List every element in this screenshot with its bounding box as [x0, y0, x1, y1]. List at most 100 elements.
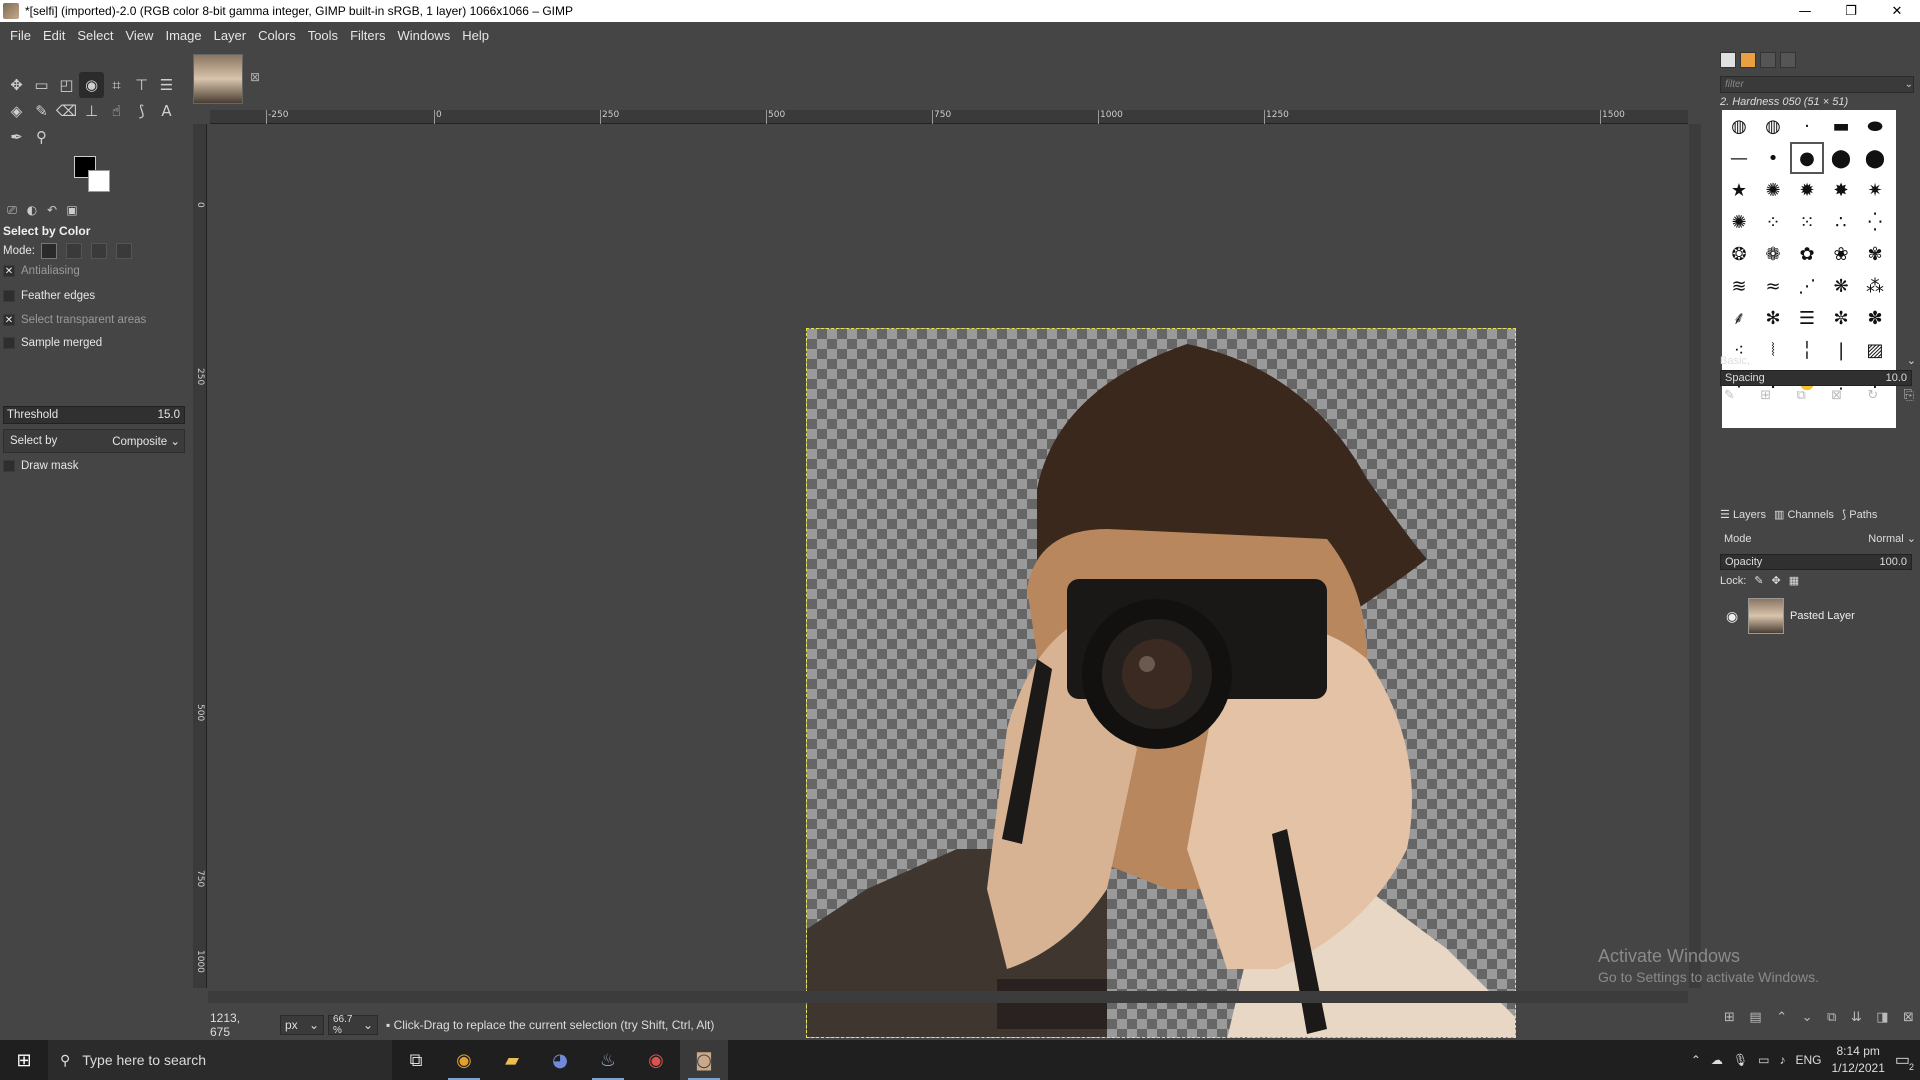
new-layer-icon[interactable]: ⊞ — [1724, 1010, 1735, 1025]
mode-replace-button[interactable] — [40, 243, 57, 259]
delete-layer-icon[interactable]: ⊠ — [1903, 1010, 1914, 1025]
brush-item[interactable]: ∴ — [1824, 206, 1858, 238]
maximize-button[interactable]: ❐ — [1828, 0, 1874, 22]
fg-bg-colors[interactable] — [72, 152, 116, 196]
mode-add-button[interactable] — [65, 243, 82, 259]
brush-filter-input[interactable]: filter ⌄ — [1720, 76, 1914, 93]
zoom-tool-icon[interactable]: ⚲ — [29, 124, 54, 150]
chrome-alt-icon[interactable]: ◉ — [632, 1040, 680, 1080]
brush-item[interactable]: · — [1790, 110, 1824, 142]
menu-layer[interactable]: Layer — [208, 28, 253, 43]
crop-tool-icon[interactable]: ⌗ — [104, 72, 129, 98]
task-view-icon[interactable]: ⧉ — [392, 1040, 440, 1080]
select-by-color-tool-icon[interactable]: ◉ — [79, 72, 104, 98]
new-layer-group-icon[interactable]: ▤ — [1749, 1010, 1761, 1025]
brush-item[interactable]: ✺ — [1722, 206, 1756, 238]
onedrive-cloud-icon[interactable]: ☁ — [1711, 1053, 1723, 1067]
paths-tool-icon[interactable]: ⟆ — [129, 98, 154, 124]
lock-position-icon[interactable]: ✥ — [1772, 574, 1781, 587]
threshold-value[interactable]: 15.0 — [158, 409, 180, 421]
brush-item[interactable]: ✼ — [1824, 302, 1858, 334]
new-brush-icon[interactable]: ⊞ — [1760, 388, 1771, 403]
mode-subtract-button[interactable] — [90, 243, 107, 259]
smudge-tool-icon[interactable]: ☝ — [104, 98, 129, 124]
clock[interactable]: 8:14 pm 1/12/2021 — [1831, 1043, 1884, 1077]
menu-file[interactable]: File — [4, 28, 37, 43]
notifications-icon[interactable]: ▭ 2 — [1895, 1050, 1914, 1072]
draw-mask-option[interactable]: Draw mask — [3, 460, 79, 472]
image-tab-thumbnail[interactable] — [193, 54, 243, 104]
undo-history-tab-icon[interactable]: ↶ — [44, 203, 60, 217]
brush-item[interactable]: ★ — [1722, 174, 1756, 206]
brush-preset-row[interactable]: Basic, ⌄ — [1720, 354, 1916, 368]
select-transparent-checkbox[interactable]: ✕ — [3, 314, 15, 326]
brush-item[interactable]: • — [1756, 142, 1790, 174]
spacing-value[interactable]: 10.0 — [1886, 372, 1907, 384]
zoom-select[interactable]: 66.7 % ⌄ — [328, 1014, 378, 1036]
menu-image[interactable]: Image — [159, 28, 207, 43]
layer-row[interactable]: ◉ Pasted Layer — [1718, 594, 1916, 638]
minimize-button[interactable]: — — [1782, 0, 1828, 22]
free-select-tool-icon[interactable]: ◰ — [54, 72, 79, 98]
menu-edit[interactable]: Edit — [37, 28, 71, 43]
lock-pixels-icon[interactable]: ✎ — [1754, 574, 1763, 587]
brush-item[interactable]: ● — [1790, 142, 1824, 174]
tab-layers[interactable]: ☰ Layers — [1720, 508, 1766, 521]
edit-brush-icon[interactable]: ✎ — [1724, 388, 1735, 403]
layer-mode-select[interactable]: Normal ⌄ — [1868, 532, 1916, 545]
select-transparent-option[interactable]: ✕ Select transparent areas — [3, 314, 146, 326]
lock-alpha-icon[interactable]: ▦ — [1789, 574, 1799, 587]
tab-channels[interactable]: ▥ Channels — [1774, 508, 1834, 521]
brush-item[interactable]: ◍ — [1722, 110, 1756, 142]
duplicate-layer-icon[interactable]: ⧉ — [1827, 1010, 1836, 1025]
opacity-slider[interactable]: Opacity 100.0 — [1720, 554, 1912, 570]
select-by-combo[interactable]: Select by Composite ⌄ — [3, 429, 185, 453]
rect-select-tool-icon[interactable]: ▭ — [29, 72, 54, 98]
brush-item[interactable]: ▬ — [1824, 110, 1858, 142]
menu-filters[interactable]: Filters — [344, 28, 391, 43]
brush-item[interactable]: ❁ — [1756, 238, 1790, 270]
delete-brush-icon[interactable]: ⊠ — [1831, 388, 1842, 403]
brush-item[interactable]: ✷ — [1858, 174, 1892, 206]
antialiasing-checkbox[interactable]: ✕ — [3, 265, 15, 277]
brush-item[interactable]: ❀ — [1824, 238, 1858, 270]
refresh-brushes-icon[interactable]: ↻ — [1867, 388, 1878, 403]
antialiasing-option[interactable]: ✕ Antialiasing — [3, 265, 80, 277]
brush-item[interactable]: ❋ — [1824, 270, 1858, 302]
brush-item[interactable]: ✺ — [1756, 174, 1790, 206]
images-tab-icon[interactable]: ▣ — [64, 203, 80, 217]
brush-item[interactable]: ≋ — [1722, 270, 1756, 302]
layer-mode-row[interactable]: Mode Normal ⌄ — [1720, 532, 1916, 546]
menu-select[interactable]: Select — [71, 28, 119, 43]
brushes-tab-icon[interactable] — [1720, 52, 1736, 68]
menu-help[interactable]: Help — [456, 28, 495, 43]
brush-item[interactable]: ⁙ — [1790, 206, 1824, 238]
horizontal-scrollbar[interactable] — [208, 991, 1688, 1003]
image-canvas[interactable] — [806, 328, 1516, 1038]
microphone-icon[interactable]: 🎙︎ — [1733, 1053, 1748, 1067]
steam-icon[interactable]: ♨ — [584, 1040, 632, 1080]
brush-item[interactable]: ✾ — [1858, 238, 1892, 270]
brush-item[interactable]: ✻ — [1756, 302, 1790, 334]
show-hidden-icons-icon[interactable]: ⌃ — [1691, 1053, 1701, 1067]
patterns-tab-icon[interactable] — [1740, 52, 1756, 68]
unit-select[interactable]: px ⌄ — [280, 1015, 324, 1035]
spacing-slider[interactable]: Spacing 10.0 — [1720, 370, 1912, 386]
move-tool-icon[interactable]: ✥ — [4, 72, 29, 98]
brush-item[interactable]: ⬤ — [1824, 142, 1858, 174]
raise-layer-icon[interactable]: ⌃ — [1776, 1010, 1787, 1025]
sample-merged-option[interactable]: Sample merged — [3, 337, 102, 349]
brush-item[interactable]: ⁘ — [1756, 206, 1790, 238]
close-button[interactable]: ✕ — [1874, 0, 1920, 22]
brush-item[interactable]: ✸ — [1824, 174, 1858, 206]
feather-edges-option[interactable]: Feather edges — [3, 290, 95, 302]
windows-start-icon[interactable]: ⊞ — [0, 1040, 48, 1080]
merge-layer-icon[interactable]: ⇊ — [1851, 1010, 1862, 1025]
threshold-slider[interactable]: Threshold 15.0 — [3, 406, 185, 424]
taskbar-search[interactable]: ⚲ Type here to search — [48, 1040, 392, 1080]
select-by-value[interactable]: Composite ⌄ — [112, 434, 180, 448]
brush-item[interactable]: ⬤ — [1858, 142, 1892, 174]
tool-options-tab-icon[interactable]: ⎚ — [4, 203, 20, 218]
unified-transform-tool-icon[interactable]: ⊤ — [129, 72, 154, 98]
menu-view[interactable]: View — [120, 28, 160, 43]
